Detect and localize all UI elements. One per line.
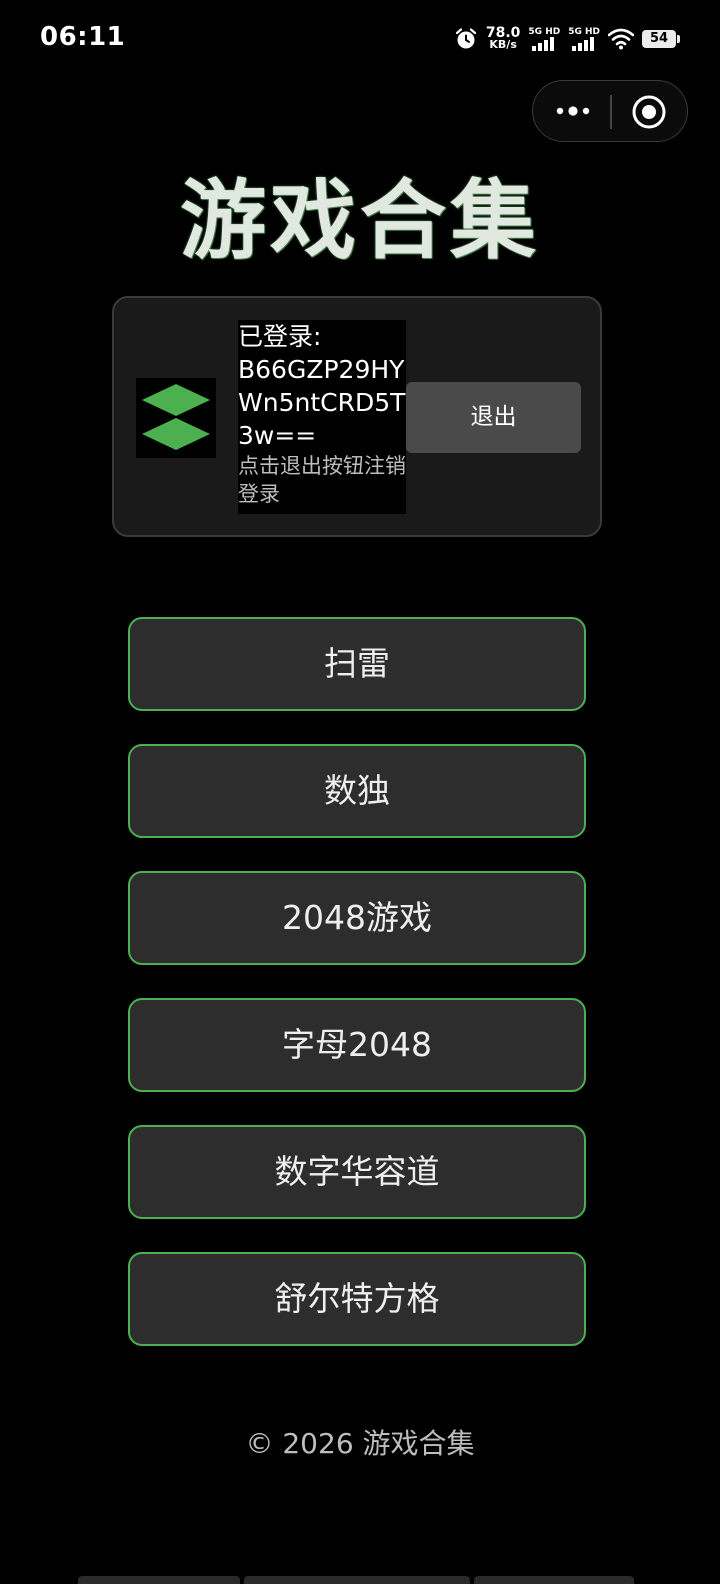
footer-copyright: © 2026 游戏合集 xyxy=(245,1427,475,1460)
status-time: 06:11 xyxy=(40,22,126,52)
more-icon[interactable] xyxy=(551,95,595,127)
signal-icon xyxy=(572,37,595,51)
bottom-bar xyxy=(244,1576,470,1584)
logout-button[interactable]: 退出 xyxy=(406,382,581,453)
status-bar: 06:11 78.0 KB/s 5G HD 5G HD 54 xyxy=(0,0,720,78)
bottom-bar xyxy=(474,1576,634,1584)
sim2-label: 5G HD xyxy=(568,27,600,37)
login-label: 已登录: xyxy=(238,322,322,351)
user-info: 已登录: B66GZP29HYWn5ntCRD5T3w== 点击退出按钮注销登录 xyxy=(238,320,406,514)
close-target-icon[interactable] xyxy=(631,94,667,130)
sim2-signal: 5G HD xyxy=(568,27,600,51)
capsule-menu xyxy=(532,80,688,142)
game-button-sudoku[interactable]: 数独 xyxy=(128,744,586,838)
game-button-sliding-puzzle[interactable]: 数字华容道 xyxy=(128,1125,586,1219)
game-button-2048[interactable]: 2048游戏 xyxy=(128,871,586,965)
status-icons: 78.0 KB/s 5G HD 5G HD 54 xyxy=(454,24,680,54)
user-card: 已登录: B66GZP29HYWn5ntCRD5T3w== 点击退出按钮注销登录… xyxy=(112,296,602,537)
game-button-minesweeper[interactable]: 扫雷 xyxy=(128,617,586,711)
signal-icon xyxy=(532,37,555,51)
diamond-logo-icon xyxy=(142,384,210,450)
game-button-schulte-grid[interactable]: 舒尔特方格 xyxy=(128,1252,586,1346)
sim1-signal: 5G HD xyxy=(528,27,560,51)
user-id: B66GZP29HYWn5ntCRD5T3w== xyxy=(238,355,406,450)
battery-icon: 54 xyxy=(642,30,680,48)
logout-hint: 点击退出按钮注销登录 xyxy=(238,454,406,506)
game-list: 扫雷 数独 2048游戏 字母2048 数字华容道 舒尔特方格 xyxy=(128,617,586,1379)
net-speed: 78.0 KB/s xyxy=(486,26,521,51)
wifi-icon xyxy=(608,28,634,50)
sim1-label: 5G HD xyxy=(528,27,561,37)
game-button-letter-2048[interactable]: 字母2048 xyxy=(128,998,586,1092)
bottom-bar xyxy=(78,1576,240,1584)
avatar xyxy=(136,378,216,458)
capsule-divider xyxy=(610,95,612,129)
alarm-icon xyxy=(455,28,476,49)
page-title: 游戏合集 xyxy=(180,171,540,271)
net-speed-unit: KB/s xyxy=(489,38,517,51)
